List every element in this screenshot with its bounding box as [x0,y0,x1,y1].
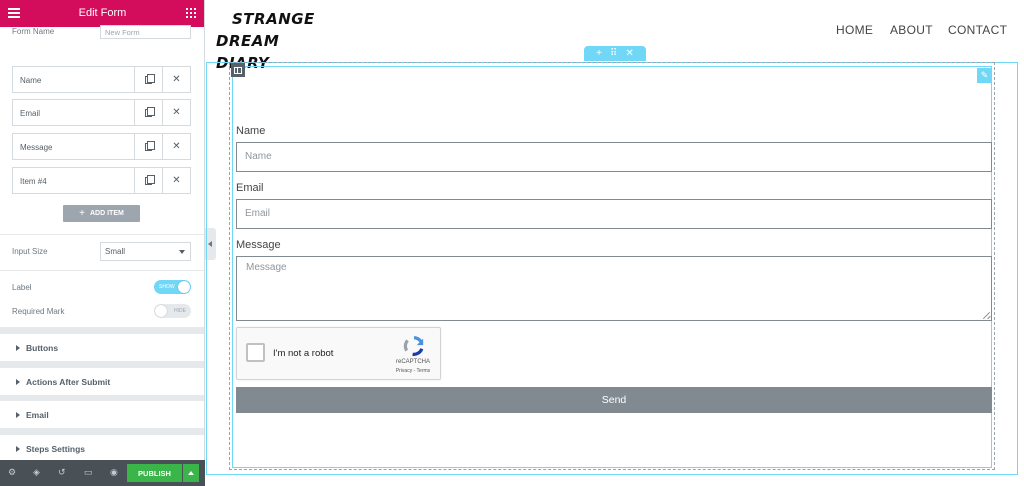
recaptcha-brand: reCAPTCHA [395,359,430,365]
close-icon[interactable]: ✕ [626,48,634,59]
drag-handle-icon[interactable]: ⠿ [610,48,617,59]
input-size-value: Small [105,247,126,256]
section-email[interactable]: Email [0,401,204,428]
field-item-4[interactable]: Item #4 ✕ [12,167,191,194]
label-toggle[interactable]: SHOW [154,280,191,294]
send-button[interactable]: Send [236,387,992,413]
remove-icon[interactable]: ✕ [162,168,190,193]
publish-button[interactable]: PUBLISH [127,464,182,482]
remove-icon[interactable]: ✕ [162,134,190,159]
column-handle-icon[interactable] [231,63,245,77]
field-item-email[interactable]: Email ✕ [12,99,191,126]
recaptcha-label: I'm not a robot [273,348,334,359]
field-item-name[interactable]: Name ✕ [12,66,191,93]
add-item-button[interactable]: + ADD ITEM [63,205,140,222]
history-icon[interactable]: ↺ [58,468,66,477]
toggle-state: HIDE [174,308,186,314]
widgets-grid-icon[interactable] [186,8,196,18]
layers-icon[interactable]: ◈ [33,468,40,477]
divider [0,270,204,271]
add-item-label: ADD ITEM [90,210,124,217]
editor-panel: Edit Form Form Name New Form Name ✕ Emai… [0,0,205,486]
toggle-state: SHOW [159,284,175,290]
caret-right-icon [16,345,20,351]
gear-icon[interactable]: ⚙ [8,468,16,477]
section-handle[interactable]: + ⠿ ✕ [584,46,646,61]
caret-right-icon [16,446,20,452]
panel-title: Edit Form [78,7,127,19]
field-item-label: Name [20,76,42,85]
nav-home[interactable]: HOME [836,23,873,37]
duplicate-icon[interactable] [134,134,162,159]
chevron-down-icon [179,250,185,254]
section-label: Actions After Submit [26,377,111,387]
section-separator [0,327,204,334]
field-item-label: Message [20,143,53,152]
message-label: Message [236,239,281,251]
logo-line-1: STRANGE [232,10,315,28]
resize-grip-icon[interactable] [983,312,990,319]
field-item-label: Email [20,109,41,118]
caret-right-icon [16,412,20,418]
form-name-label: Form Name [12,27,55,36]
input-size-label: Input Size [12,247,48,256]
section-label: Buttons [26,343,59,353]
recaptcha-logo-icon [403,336,424,356]
toggle-knob [178,281,190,293]
duplicate-icon[interactable] [134,67,162,92]
required-mark-toggle[interactable]: HIDE [154,304,191,318]
field-item-message[interactable]: Message ✕ [12,133,191,160]
message-placeholder: Message [246,262,287,273]
eye-icon[interactable]: ◉ [110,468,118,477]
section-steps-settings[interactable]: Steps Settings [0,435,204,462]
publish-options-button[interactable] [183,464,199,482]
section-actions-after-submit[interactable]: Actions After Submit [0,368,204,395]
monitor-icon[interactable]: ▭ [84,468,93,477]
email-label: Email [236,182,264,194]
panel-header: Edit Form [0,0,204,27]
form-name-input[interactable]: New Form [100,25,191,39]
remove-icon[interactable]: ✕ [162,67,190,92]
section-buttons[interactable]: Buttons [0,334,204,361]
duplicate-icon[interactable] [134,168,162,193]
editor-app: Edit Form Form Name New Form Name ✕ Emai… [0,0,1024,486]
field-item-label: Item #4 [20,177,47,186]
section-label: Steps Settings [26,444,86,454]
section-separator [0,428,204,435]
input-size-select[interactable]: Small [100,242,191,261]
name-input[interactable]: Name [236,142,992,172]
nav-contact[interactable]: CONTACT [948,23,1007,37]
recaptcha-terms-link[interactable]: Privacy - Terms [387,368,439,374]
caret-right-icon [16,379,20,385]
email-input[interactable]: Email [236,199,992,229]
recaptcha-checkbox[interactable] [246,343,265,362]
remove-icon[interactable]: ✕ [162,100,190,125]
section-label: Email [26,410,49,420]
message-textarea[interactable]: Message [236,256,992,321]
divider [0,234,204,235]
nav-about[interactable]: ABOUT [890,23,933,37]
edit-widget-pencil-icon[interactable]: ✎ [977,68,992,83]
label-toggle-label: Label [12,283,32,292]
recaptcha-widget: I'm not a robot reCAPTCHA Privacy - Term… [236,327,441,380]
duplicate-icon[interactable] [134,100,162,125]
section-separator [0,361,204,368]
name-label: Name [236,125,266,137]
required-mark-label: Required Mark [12,307,65,316]
toggle-knob [155,305,167,317]
plus-icon: + [79,208,85,219]
add-section-icon[interactable]: + [596,48,602,59]
